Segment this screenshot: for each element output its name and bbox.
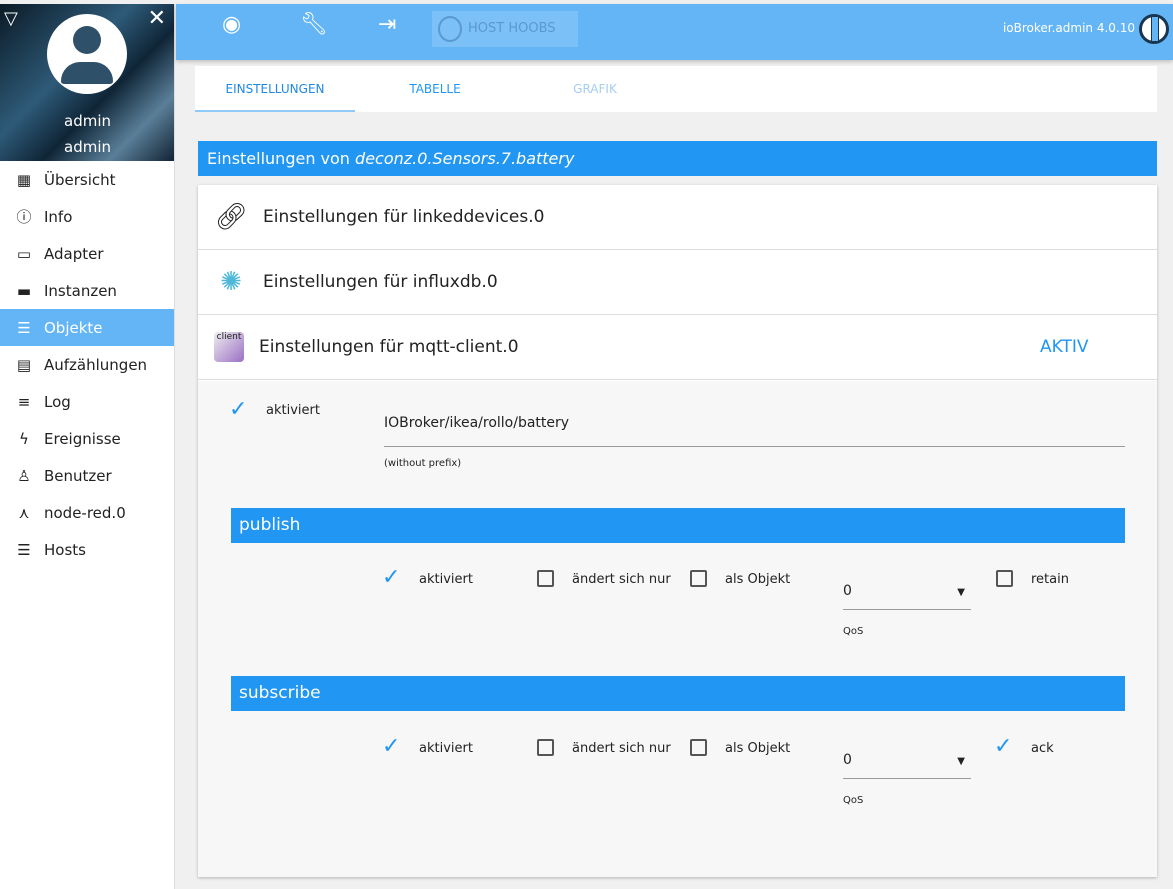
sidebar-item-overview[interactable]: ▦ Übersicht <box>0 161 174 198</box>
publish-qos-select[interactable]: 0 ▼ <box>843 577 971 610</box>
publish-object-checkbox[interactable] <box>690 570 707 587</box>
subscribe-object-label: als Objekt <box>725 741 791 756</box>
object-id: deconz.0.Sensors.7.battery <box>355 149 575 168</box>
sidebar-item-objects[interactable]: ☰ Objekte <box>0 309 174 346</box>
tab-settings[interactable]: EINSTELLUNGEN <box>195 66 355 112</box>
page-title: Einstellungen von deconz.0.Sensors.7.bat… <box>198 141 1157 176</box>
sidebar-item-label: Log <box>44 392 71 411</box>
user-panel: ▽ ✕ admin admin <box>0 4 174 161</box>
sidebar-item-hosts[interactable]: ☰ Hosts <box>0 531 174 568</box>
adapter-row-mqtt-client[interactable]: client Einstellungen für mqtt-client.0 AKT… <box>198 315 1157 380</box>
list-icon: ☰ <box>17 318 31 337</box>
subscribe-object-checkbox[interactable] <box>690 739 707 756</box>
user-icon: ♙ <box>17 466 31 485</box>
publish-object-label: als Objekt <box>725 572 791 587</box>
mqtt-client-logo: client <box>214 332 244 362</box>
sidebar-item-label: Ereignisse <box>44 429 121 448</box>
user-group: admin <box>64 138 111 156</box>
sidebar-item-info[interactable]: ⓘ Info <box>0 198 174 235</box>
retain-label: retain <box>1031 572 1069 587</box>
enabled-label: aktiviert <box>266 403 320 418</box>
avatar <box>47 14 127 94</box>
tab-bar: EINSTELLUNGEN TABELLE GRAFIK <box>195 66 1157 112</box>
publish-changes-label: ändert sich nur <box>572 572 671 587</box>
sidebar-item-events[interactable]: ϟ Ereignisse <box>0 420 174 457</box>
sidebar-item-label: Info <box>44 207 73 226</box>
host-selector[interactable]: HOST HOOBS <box>432 11 578 47</box>
hosts-icon: ☰ <box>17 540 31 559</box>
sidebar-item-adapter[interactable]: ▭ Adapter <box>0 235 174 272</box>
flash-icon: ϟ <box>19 429 29 448</box>
sidebar-item-label: Aufzählungen <box>44 355 148 374</box>
settings-card: 🔗︎ Einstellungen für linkeddevices.0 ✺ Ein… <box>198 185 1157 877</box>
info-icon: ⓘ <box>16 208 32 226</box>
sidebar-item-label: Instanzen <box>44 281 117 300</box>
sidebar-item-node-red[interactable]: ⋏ node-red.0 <box>0 494 174 531</box>
subscribe-enabled-checkbox[interactable]: ✓ <box>382 734 400 759</box>
tab-table[interactable]: TABELLE <box>355 66 515 112</box>
adapter-label: Einstellungen für mqtt-client.0 <box>259 337 519 357</box>
ack-checkbox[interactable]: ✓ <box>994 734 1012 759</box>
instances-icon: ▬ <box>16 281 32 300</box>
sidebar: ▽ ✕ admin admin ▦ Übersicht ⓘ Info ▭ Adapte… <box>0 4 175 889</box>
wrench-icon[interactable]: 🔧︎ <box>300 12 328 37</box>
influxdb-icon: ✺ <box>220 267 242 297</box>
sidebar-item-label: Adapter <box>44 244 104 263</box>
sidebar-item-label: Benutzer <box>44 466 112 485</box>
sidebar-item-enums[interactable]: ▤ Aufzählungen <box>0 346 174 383</box>
log-icon: ≡ <box>17 392 31 411</box>
retain-checkbox[interactable] <box>996 570 1013 587</box>
enabled-checkbox[interactable]: ✓ <box>229 397 247 422</box>
subscribe-changes-label: ändert sich nur <box>572 741 671 756</box>
user-name: admin <box>64 112 111 130</box>
sidebar-item-label: Übersicht <box>44 170 116 189</box>
qos-label: QoS <box>843 795 864 806</box>
subscribe-enabled-label: aktiviert <box>419 741 473 756</box>
eye-icon[interactable]: ◉ <box>222 12 241 37</box>
apps-icon: ▦ <box>16 170 32 189</box>
ack-label: ack <box>1031 741 1054 756</box>
qos-value: 0 <box>843 583 852 599</box>
sidebar-item-label: node-red.0 <box>44 503 126 522</box>
enum-icon: ▤ <box>16 355 32 374</box>
sidebar-item-label: Objekte <box>44 318 103 337</box>
adapter-label: Einstellungen für linkeddevices.0 <box>263 207 545 227</box>
adapter-row-linkeddevices[interactable]: 🔗︎ Einstellungen für linkeddevices.0 <box>198 185 1157 250</box>
qos-label: QoS <box>843 626 864 637</box>
close-icon[interactable]: ✕ <box>148 6 166 31</box>
publish-enabled-label: aktiviert <box>419 572 473 587</box>
subscribe-header: subscribe <box>231 676 1125 711</box>
login-icon[interactable]: ⇥ <box>378 12 396 37</box>
iobroker-logo <box>1139 14 1169 44</box>
dropdown-arrow-icon: ▼ <box>957 587 965 598</box>
top-bar: ◉ 🔧︎ ⇥ HOST HOOBS ioBroker.admin 4.0.10 <box>176 4 1173 60</box>
store-icon: ▭ <box>16 244 32 263</box>
menu-triangle-icon[interactable]: ▽ <box>4 8 18 29</box>
version-label: ioBroker.admin 4.0.10 <box>1002 21 1135 35</box>
tab-chart: GRAFIK <box>573 82 617 96</box>
adapter-label: Einstellungen für influxdb.0 <box>263 272 498 292</box>
dropdown-arrow-icon: ▼ <box>957 756 965 767</box>
publish-enabled-checkbox[interactable]: ✓ <box>382 565 400 590</box>
publish-header: publish <box>231 508 1125 543</box>
host-name: HOST HOOBS <box>468 21 556 36</box>
topic-hint: (without prefix) <box>384 458 462 469</box>
topic-input[interactable]: IOBroker/ikea/rollo/battery <box>384 415 1125 447</box>
node-icon: ⋏ <box>18 503 30 522</box>
publish-changes-checkbox[interactable] <box>537 570 554 587</box>
mqtt-settings: ✓ aktiviert IOBroker/ikea/rollo/battery … <box>198 381 1157 877</box>
link-icon: 🔗︎ <box>214 202 248 232</box>
sidebar-item-log[interactable]: ≡ Log <box>0 383 174 420</box>
sidebar-item-instances[interactable]: ▬ Instanzen <box>0 272 174 309</box>
adapter-row-influxdb[interactable]: ✺ Einstellungen für influxdb.0 <box>198 250 1157 315</box>
title-prefix: Einstellungen von <box>207 149 356 168</box>
subscribe-qos-select[interactable]: 0 ▼ <box>843 746 971 779</box>
power-icon <box>438 16 462 42</box>
sidebar-item-label: Hosts <box>44 540 86 559</box>
subscribe-changes-checkbox[interactable] <box>537 739 554 756</box>
sidebar-item-users[interactable]: ♙ Benutzer <box>0 457 174 494</box>
status-badge: AKTIV <box>1040 337 1089 357</box>
qos-value: 0 <box>843 752 852 768</box>
